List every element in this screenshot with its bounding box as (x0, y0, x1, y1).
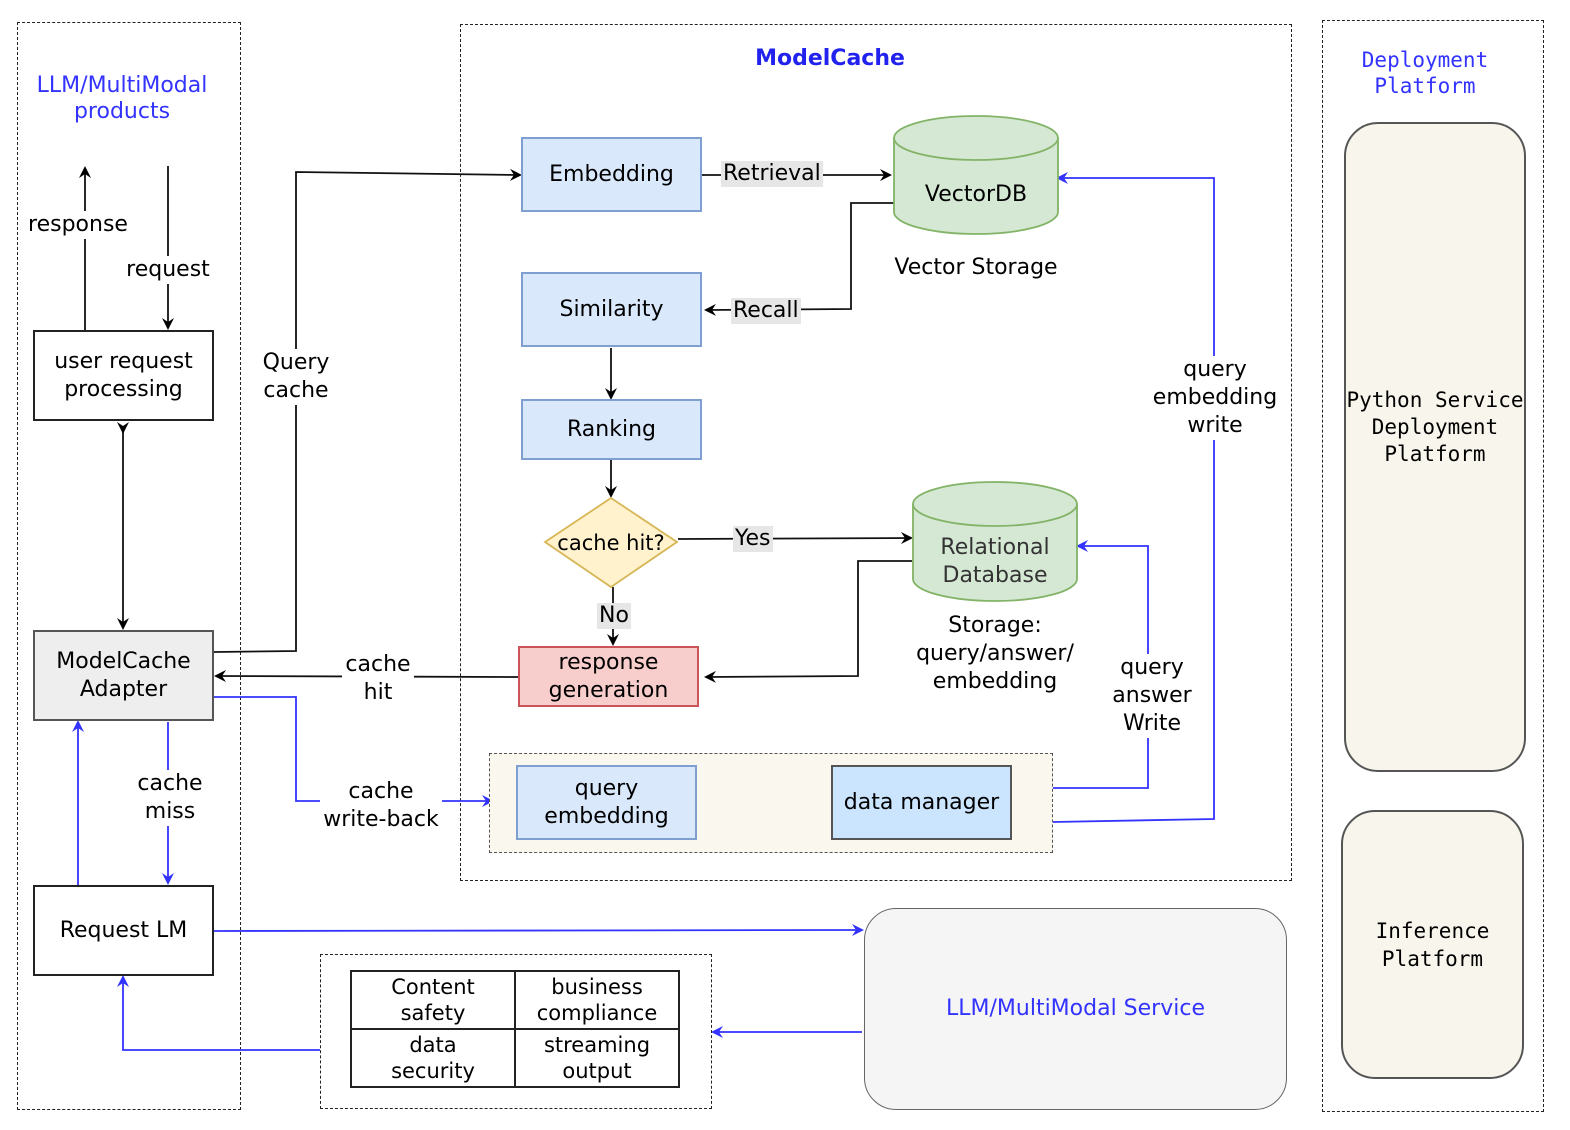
python-platform-line1: Python Service (1346, 387, 1524, 412)
qew-line1: query (1183, 357, 1247, 382)
modelcache-title: ModelCache (755, 46, 905, 71)
qaw-line3: Write (1122, 711, 1182, 736)
vectordb-label: VectorDB (924, 182, 1028, 207)
query-embedding-line2: embedding (544, 803, 669, 829)
user-request-processing-line1: user request (54, 348, 193, 374)
governance-grid: Content safety business compliance data sec… (350, 970, 680, 1088)
vector-storage-caption: Vector Storage (894, 255, 1058, 280)
query-cache-line2: cache (263, 378, 329, 403)
grid-cell-line: data (409, 1033, 457, 1057)
inference-platform-line1: Inference (1375, 918, 1490, 943)
no-label: No (597, 603, 631, 629)
cache-write-back-line1: cache (348, 779, 414, 804)
qaw-line2: answer (1112, 683, 1192, 708)
cache-miss-label: cache miss (130, 770, 210, 826)
query-embedding-line1: query (574, 775, 639, 801)
adapter-line1: ModelCache (56, 648, 191, 674)
grid-cell-line: business (551, 975, 643, 999)
grid-data-security: data security (350, 1028, 516, 1088)
qaw-line1: query (1120, 655, 1184, 680)
inference-platform-line2: Platform (1381, 946, 1484, 971)
llm-service-box[interactable]: LLM/MultiModal Service (864, 908, 1287, 1110)
qew-line3: write (1187, 413, 1243, 438)
cache-miss-line1: cache (137, 771, 203, 796)
similarity-box[interactable]: Similarity (521, 272, 702, 347)
storage-caption-line3: embedding (932, 669, 1058, 694)
request-label: request (120, 256, 216, 284)
storage-caption-line1: Storage: (948, 613, 1042, 638)
response-generation-box[interactable]: response generation (518, 646, 699, 707)
cache-hit-line1: cache (345, 652, 411, 677)
query-cache-label: Query cache (256, 349, 336, 405)
modelcache-adapter-box[interactable]: ModelCache Adapter (33, 630, 214, 721)
cache-hit-line2: hit (363, 680, 393, 705)
python-platform-box[interactable]: Python Service Deployment Platform (1344, 122, 1526, 772)
grid-streaming-output: streaming output (514, 1028, 680, 1088)
user-request-processing-line2: processing (64, 376, 183, 402)
products-title: LLM/MultiModal products (20, 73, 224, 125)
products-title-line1: LLM/MultiModal (36, 73, 208, 98)
request-lm-box[interactable]: Request LM (33, 885, 214, 976)
grid-cell-line: compliance (536, 1001, 658, 1025)
deployment-title-line1: Deployment (1361, 48, 1489, 72)
recall-label: Recall (731, 298, 801, 324)
cache-write-back-line2: write-back (323, 807, 439, 832)
products-title-line2: products (73, 99, 171, 124)
query-cache-line1: Query (262, 350, 330, 375)
user-request-processing-box[interactable]: user request processing (33, 330, 214, 421)
cache-write-back-label: cache write-back (320, 778, 442, 834)
storage-caption: Storage: query/answer/ embedding (900, 612, 1090, 696)
grid-cell-line: streaming (543, 1033, 651, 1057)
response-generation-line2: generation (548, 677, 669, 703)
cache-miss-line2: miss (144, 799, 196, 824)
query-answer-write-label: query answer Write (1110, 654, 1194, 738)
grid-cell-line: safety (400, 1001, 466, 1025)
grid-business-compliance: business compliance (514, 970, 680, 1030)
yes-label: Yes (733, 526, 773, 552)
ranking-box[interactable]: Ranking (521, 399, 702, 460)
deployment-title-line2: Platform (1374, 74, 1476, 98)
storage-caption-line2: query/answer/ (916, 641, 1074, 666)
embedding-box[interactable]: Embedding (521, 137, 702, 212)
relational-db-label: Relational Database (913, 534, 1077, 590)
python-platform-line3: Platform (1384, 441, 1486, 466)
grid-cell-line: Content (391, 975, 475, 999)
query-embedding-box[interactable]: query embedding (516, 765, 697, 840)
grid-cell-line: security (391, 1059, 475, 1083)
grid-content-safety: Content safety (350, 970, 516, 1030)
grid-cell-line: output (562, 1059, 632, 1083)
requestlm-service-arrow (213, 924, 864, 937)
retrieval-label: Retrieval (721, 161, 823, 187)
deployment-title: Deployment Platform (1330, 47, 1520, 99)
adapter-line2: Adapter (79, 676, 168, 702)
response-label: response (26, 211, 130, 239)
cache-hit-label: cache hit (342, 651, 414, 707)
query-embedding-write-label: query embedding write (1152, 356, 1278, 440)
data-manager-box[interactable]: data manager (831, 765, 1012, 840)
cache-hit-question: cache hit? (557, 531, 665, 555)
inference-platform-box[interactable]: Inference Platform (1341, 810, 1524, 1079)
relational-db-line1: Relational (940, 535, 1050, 560)
qew-line2: embedding (1152, 385, 1278, 410)
response-generation-line1: response (558, 649, 659, 675)
python-platform-line2: Deployment (1371, 414, 1499, 439)
relational-db-line2: Database (942, 563, 1048, 588)
